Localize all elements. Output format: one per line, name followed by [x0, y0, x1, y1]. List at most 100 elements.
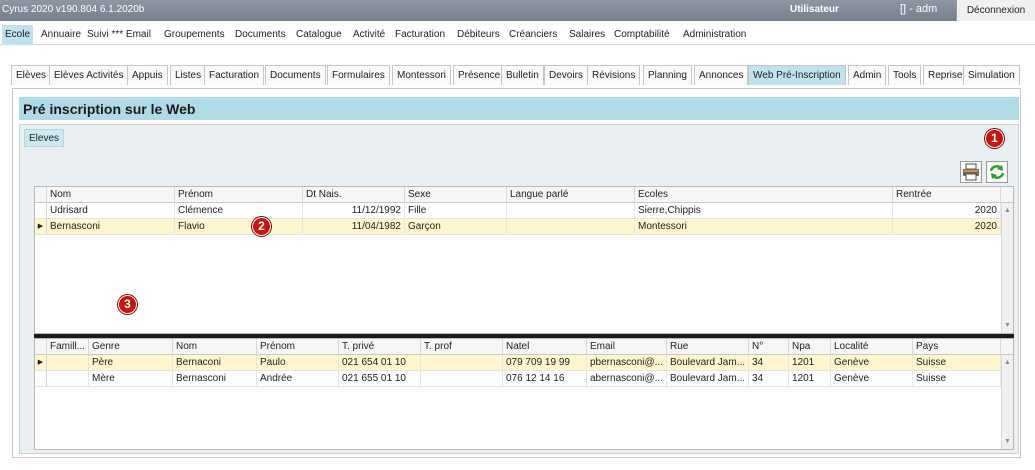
- col-localite[interactable]: Localité: [831, 339, 913, 355]
- scroll-up-icon[interactable]: ▲: [1002, 357, 1013, 368]
- cell-tel-prof: [421, 355, 503, 371]
- tab-presence[interactable]: Présence: [453, 65, 506, 85]
- tab-facturation[interactable]: Facturation: [204, 65, 265, 85]
- cell-localite: Genève: [831, 371, 913, 387]
- menu-debiteurs[interactable]: Débiteurs: [454, 25, 503, 45]
- menu-creanciers[interactable]: Créanciers: [506, 25, 560, 45]
- table-row[interactable]: Mère Bernasconi Andrée 021 655 01 10 076…: [35, 371, 1013, 387]
- col-rentree[interactable]: Rentrée: [893, 187, 1001, 203]
- cell-rentree: 2020: [893, 203, 1001, 219]
- col-langue[interactable]: Langue parlé: [507, 187, 635, 203]
- menu-documents[interactable]: Documents: [232, 25, 289, 45]
- col-tel-prive[interactable]: T. privé: [339, 339, 421, 355]
- parents-grid-header: Famill... Genre Nom Prénom T. privé T. p…: [35, 339, 1013, 355]
- annotation-badge-1: 1: [985, 129, 1004, 148]
- row-header: [35, 203, 47, 219]
- col-numero[interactable]: N°: [749, 339, 789, 355]
- scroll-down-icon[interactable]: ▼: [1002, 436, 1013, 447]
- menu-facturation[interactable]: Facturation: [392, 25, 448, 45]
- tab-revisions[interactable]: Révisions: [587, 65, 641, 85]
- panel-header: Pré inscription sur le Web: [19, 97, 1019, 120]
- menu-catalogue[interactable]: Catalogue: [293, 25, 345, 45]
- col-prenom[interactable]: Prénom: [257, 339, 339, 355]
- tab-bulletin[interactable]: Bulletin: [501, 65, 544, 85]
- students-scrollbar[interactable]: ▲ ▼: [1001, 203, 1013, 333]
- top-menu: Ecole Annuaire Suivi *** Email Groupemen…: [0, 25, 1035, 45]
- tab-appuis[interactable]: Appuis: [127, 65, 168, 85]
- tab-eleves[interactable]: Elèves: [11, 65, 52, 85]
- tab-web-pre-inscription[interactable]: Web Pré-Inscription: [748, 65, 846, 85]
- menu-comptabilite[interactable]: Comptabilité: [611, 25, 673, 45]
- tab-planning[interactable]: Planning: [643, 65, 692, 85]
- cell-email: pbernasconi@...: [587, 355, 667, 371]
- cell-sexe: Fille: [405, 203, 507, 219]
- menu-annuaire[interactable]: Annuaire: [38, 25, 84, 45]
- cell-langue: [507, 203, 635, 219]
- col-sexe[interactable]: Sexe: [405, 187, 507, 203]
- main-panel: Pré inscription sur le Web Eleves Nom Pr…: [12, 88, 1021, 458]
- menu-salaires[interactable]: Salaires: [566, 25, 608, 45]
- tab-montessori[interactable]: Montessori: [392, 65, 451, 85]
- menu-administration[interactable]: Administration: [680, 25, 749, 45]
- logout-button[interactable]: Déconnexion: [956, 0, 1035, 21]
- scroll-down-icon[interactable]: ▼: [1002, 320, 1013, 331]
- tab-tools[interactable]: Tools: [888, 65, 922, 85]
- user-name: [] - adm: [900, 3, 938, 15]
- cell-email: abernasconi@...: [587, 371, 667, 387]
- tab-documents[interactable]: Documents: [265, 65, 326, 85]
- cell-numero: 34: [749, 371, 789, 387]
- annotation-badge-3: 3: [118, 295, 137, 314]
- cell-prenom: Clémence: [175, 203, 303, 219]
- tab-formulaires[interactable]: Formulaires: [327, 65, 390, 85]
- col-famille[interactable]: Famill...: [47, 339, 89, 355]
- col-email[interactable]: Email: [587, 339, 667, 355]
- scroll-up-icon[interactable]: ▲: [1002, 205, 1013, 216]
- cell-prenom: Andrée: [257, 371, 339, 387]
- parents-grid: Famill... Genre Nom Prénom T. privé T. p…: [34, 338, 1014, 450]
- print-button[interactable]: [960, 161, 982, 183]
- window-titlebar: Cyrus 2020 v190.804 6.1.2020b Utilisateu…: [0, 0, 1035, 21]
- col-pays[interactable]: Pays: [913, 339, 1001, 355]
- table-row[interactable]: Udrisard Clémence 11/12/1992 Fille Sierr…: [35, 203, 1013, 219]
- col-nom[interactable]: Nom: [47, 187, 175, 203]
- cell-tel-prof: [421, 371, 503, 387]
- cell-rue: Boulevard Jam...: [667, 355, 749, 371]
- cell-numero: 34: [749, 355, 789, 371]
- tab-eleves-activites[interactable]: Elèves Activités: [49, 65, 129, 85]
- col-rue[interactable]: Rue: [667, 339, 749, 355]
- cell-nom: Udrisard: [47, 203, 175, 219]
- cell-tel-prive: 021 655 01 10: [339, 371, 421, 387]
- menu-groupements[interactable]: Groupements: [161, 25, 228, 45]
- parents-scrollbar[interactable]: ▲ ▼: [1001, 355, 1013, 449]
- col-npa[interactable]: Npa: [789, 339, 831, 355]
- menu-activite[interactable]: Activité: [350, 25, 388, 45]
- col-natel[interactable]: Natel: [503, 339, 587, 355]
- tab-devoirs[interactable]: Devoirs: [544, 65, 588, 85]
- tab-inner-eleves[interactable]: Eleves: [24, 129, 65, 147]
- table-row-selected[interactable]: ▶ Bernasconi Flavio 11/04/1982 Garçon Mo…: [35, 219, 1013, 235]
- tab-simulation[interactable]: Simulation: [963, 65, 1020, 85]
- tab-listes[interactable]: Listes: [170, 65, 207, 85]
- cell-pays: Suisse: [913, 371, 1001, 387]
- col-prenom[interactable]: Prénom: [175, 187, 303, 203]
- col-dt-nais[interactable]: Dt Nais.: [303, 187, 405, 203]
- students-grid-header: Nom Prénom Dt Nais. Sexe Langue parlé Ec…: [35, 187, 1013, 203]
- students-grid: Nom Prénom Dt Nais. Sexe Langue parlé Ec…: [34, 186, 1014, 334]
- table-row-selected[interactable]: ▶ Père Bernaconi Paulo 021 654 01 10 079…: [35, 355, 1013, 371]
- menu-ecole[interactable]: Ecole: [2, 25, 34, 45]
- menu-suivi-email[interactable]: Suivi *** Email: [84, 25, 154, 45]
- row-header-col: [35, 187, 47, 203]
- tab-reprise[interactable]: Reprise: [923, 65, 968, 85]
- cell-genre: Mère: [89, 371, 173, 387]
- col-genre[interactable]: Genre: [89, 339, 173, 355]
- cell-tel-prive: 021 654 01 10: [339, 355, 421, 371]
- tab-annonces[interactable]: Annonces: [694, 65, 749, 85]
- col-ecoles[interactable]: Ecoles: [635, 187, 893, 203]
- refresh-button[interactable]: [986, 161, 1008, 183]
- cell-ecoles: Sierre,Chippis: [635, 203, 893, 219]
- cell-nom: Bernaconi: [173, 355, 257, 371]
- col-nom[interactable]: Nom: [173, 339, 257, 355]
- tab-admin[interactable]: Admin: [848, 65, 887, 85]
- col-tel-prof[interactable]: T. prof: [421, 339, 503, 355]
- cell-rue: Boulevard Jam...: [667, 371, 749, 387]
